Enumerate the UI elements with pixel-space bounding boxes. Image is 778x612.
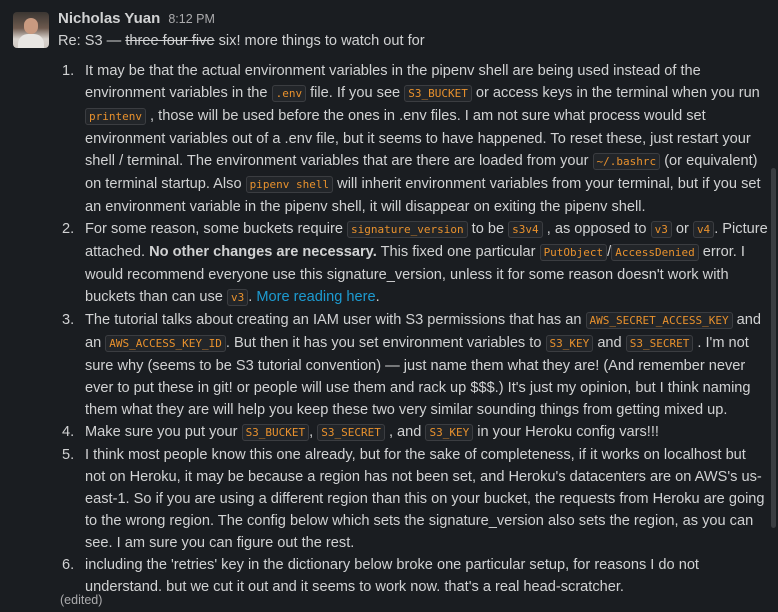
- list-item-text: or: [671, 221, 693, 237]
- user-avatar[interactable]: [13, 12, 49, 48]
- subject-prefix: Re: S3 —: [58, 33, 126, 49]
- avatar-shirt: [18, 34, 44, 48]
- list-item-text: , as opposed to: [542, 221, 651, 237]
- bold-text: No other changes are necessary.: [149, 244, 377, 260]
- edited-label: (edited): [60, 593, 103, 607]
- inline-code: S3_SECRET: [317, 424, 385, 441]
- inline-code: S3_SECRET: [625, 335, 694, 352]
- inline-code: .env: [271, 85, 307, 102]
- inline-code: printenv: [85, 108, 146, 125]
- inline-code: PutObject: [539, 244, 608, 261]
- list-item-text: Make sure you put your: [85, 424, 242, 440]
- list-item-text: , and: [384, 424, 426, 440]
- list-item-text: The tutorial talks about creating an IAM…: [85, 312, 586, 328]
- message-header: Nicholas Yuan 8:12 PM: [58, 8, 215, 28]
- list-item-number: 2.: [62, 221, 75, 237]
- list-item-number: 6.: [62, 557, 75, 573]
- list-item-number: 3.: [62, 312, 75, 328]
- scrollbar[interactable]: [771, 168, 776, 528]
- list-item: 3. The tutorial talks about creating an I…: [58, 309, 770, 421]
- list-item-text: to be: [467, 221, 509, 237]
- inline-code: AWS_ACCESS_KEY_ID: [105, 335, 226, 352]
- inline-code: S3_BUCKET: [241, 424, 310, 441]
- subject-struck: three four five: [125, 33, 215, 49]
- inline-code: v3: [650, 221, 672, 238]
- list-item: 1. It may be that the actual environment …: [58, 60, 770, 218]
- message-subject: Re: S3 — three four five six! more thing…: [58, 30, 425, 52]
- inline-code: S3_KEY: [425, 424, 474, 441]
- list-item: 4. Make sure you put your S3_BUCKET, S3_S…: [58, 421, 770, 444]
- inline-code: signature_version: [347, 221, 468, 238]
- list-item: 2. For some reason, some buckets require …: [58, 218, 770, 309]
- inline-code: S3_KEY: [545, 335, 594, 352]
- list-item-number: 4.: [62, 424, 75, 440]
- subject-suffix: six! more things to watch out for: [214, 33, 425, 49]
- inline-code: ~/.bashrc: [592, 153, 661, 170]
- inline-code: AccessDenied: [611, 244, 699, 261]
- message-timestamp[interactable]: 8:12 PM: [168, 12, 215, 26]
- list-item-text: I think most people know this one alread…: [85, 447, 765, 551]
- list-item-text: and: [593, 335, 626, 351]
- avatar-face: [24, 18, 38, 34]
- inline-code: v3: [226, 289, 249, 306]
- list-item-number: 5.: [62, 447, 75, 463]
- list-item-text: .: [375, 289, 380, 305]
- list-item-text: in your Heroku config vars!!!: [473, 424, 659, 440]
- inline-code: pipenv shell: [245, 176, 334, 193]
- message: Nicholas Yuan 8:12 PM Re: S3 — three fou…: [0, 0, 778, 612]
- author-name[interactable]: Nicholas Yuan: [58, 10, 160, 27]
- list-item-text: file. If you see: [306, 85, 405, 101]
- list-item: 5. I think most people know this one alre…: [58, 444, 770, 554]
- list-item-text: including the 'retries' key in the dicti…: [85, 557, 699, 595]
- reading-link[interactable]: More reading here: [256, 289, 375, 305]
- list-item-text: or access keys in the terminal when you …: [471, 85, 760, 101]
- inline-code: s3v4: [508, 221, 543, 238]
- numbered-list: 1. It may be that the actual environment …: [58, 60, 770, 598]
- list-item: 6. including the 'retries' key in the dic…: [58, 554, 770, 598]
- list-item-text: For some reason, some buckets require: [85, 221, 347, 237]
- inline-code: AWS_SECRET_ACCESS_KEY: [585, 312, 733, 329]
- inline-code: v4: [692, 221, 715, 238]
- list-item-number: 1.: [62, 63, 75, 79]
- inline-code: S3_BUCKET: [404, 85, 472, 102]
- list-item-text: This fixed one particular: [376, 244, 540, 260]
- list-item-text: . But then it has you set environment va…: [225, 335, 546, 351]
